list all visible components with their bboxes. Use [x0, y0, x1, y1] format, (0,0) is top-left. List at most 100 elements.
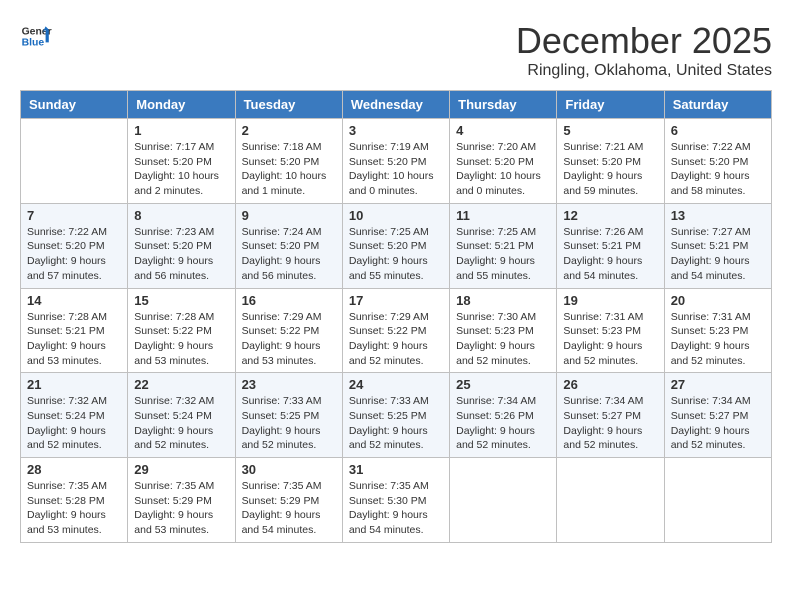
logo: General Blue: [20, 20, 52, 52]
day-info: Sunrise: 7:24 AM Sunset: 5:20 PM Dayligh…: [242, 225, 336, 284]
calendar-cell: 25Sunrise: 7:34 AM Sunset: 5:26 PM Dayli…: [450, 373, 557, 458]
calendar-cell: 11Sunrise: 7:25 AM Sunset: 5:21 PM Dayli…: [450, 203, 557, 288]
day-info: Sunrise: 7:28 AM Sunset: 5:22 PM Dayligh…: [134, 310, 228, 369]
logo-icon: General Blue: [20, 20, 52, 52]
day-info: Sunrise: 7:26 AM Sunset: 5:21 PM Dayligh…: [563, 225, 657, 284]
calendar-week-2: 7 Sunrise: 7:22 AM Sunset: 5:20 PM Daylig…: [21, 203, 772, 288]
day-info: Sunrise: 7:18 AM Sunset: 5:20 PM Dayligh…: [242, 140, 336, 199]
calendar-cell: 12 Sunrise: 7:26 AM Sunset: 5:21 PM Dayli…: [557, 203, 664, 288]
calendar-cell: 15 Sunrise: 7:28 AM Sunset: 5:22 PM Dayli…: [128, 288, 235, 373]
calendar-cell: 28 Sunrise: 7:35 AM Sunset: 5:28 PM Dayli…: [21, 458, 128, 543]
day-info: Sunrise: 7:20 AM Sunset: 5:20 PM Dayligh…: [456, 140, 550, 199]
day-number: 21: [27, 377, 121, 392]
column-header-tuesday: Tuesday: [235, 91, 342, 119]
day-info: Sunrise: 7:22 AM Sunset: 5:20 PM Dayligh…: [671, 140, 765, 199]
day-info: Sunrise: 7:25 AM Sunset: 5:20 PM Dayligh…: [349, 225, 443, 284]
calendar-cell: 18 Sunrise: 7:30 AM Sunset: 5:23 PM Dayli…: [450, 288, 557, 373]
calendar-cell: 27Sunrise: 7:34 AM Sunset: 5:27 PM Dayli…: [664, 373, 771, 458]
calendar-cell: 14 Sunrise: 7:28 AM Sunset: 5:21 PM Dayli…: [21, 288, 128, 373]
calendar-cell: 13 Sunrise: 7:27 AM Sunset: 5:21 PM Dayli…: [664, 203, 771, 288]
day-info: Sunrise: 7:19 AM Sunset: 5:20 PM Dayligh…: [349, 140, 443, 199]
day-number: 26: [563, 377, 657, 392]
day-number: 23: [242, 377, 336, 392]
column-header-monday: Monday: [128, 91, 235, 119]
calendar-cell: 8 Sunrise: 7:23 AM Sunset: 5:20 PM Daylig…: [128, 203, 235, 288]
calendar-table: SundayMondayTuesdayWednesdayThursdayFrid…: [20, 90, 772, 543]
svg-text:Blue: Blue: [22, 38, 45, 49]
day-number: 18: [456, 293, 550, 308]
calendar-cell: 6 Sunrise: 7:22 AM Sunset: 5:20 PM Daylig…: [664, 119, 771, 204]
calendar-cell: 16 Sunrise: 7:29 AM Sunset: 5:22 PM Dayli…: [235, 288, 342, 373]
day-info: Sunrise: 7:34 AM Sunset: 5:27 PM Dayligh…: [563, 394, 657, 453]
calendar-cell: 1Sunrise: 7:17 AM Sunset: 5:20 PM Daylig…: [128, 119, 235, 204]
day-info: Sunrise: 7:32 AM Sunset: 5:24 PM Dayligh…: [134, 394, 228, 453]
calendar-cell: 17 Sunrise: 7:29 AM Sunset: 5:22 PM Dayli…: [342, 288, 449, 373]
day-number: 20: [671, 293, 765, 308]
calendar-cell: [664, 458, 771, 543]
day-number: 17: [349, 293, 443, 308]
day-number: 12: [563, 208, 657, 223]
day-number: 4: [456, 123, 550, 138]
day-info: Sunrise: 7:35 AM Sunset: 5:28 PM Dayligh…: [27, 479, 121, 538]
day-number: 11: [456, 208, 550, 223]
calendar-cell: 24 Sunrise: 7:33 AM Sunset: 5:25 PM Dayli…: [342, 373, 449, 458]
day-number: 2: [242, 123, 336, 138]
day-number: 14: [27, 293, 121, 308]
calendar-cell: 4 Sunrise: 7:20 AM Sunset: 5:20 PM Daylig…: [450, 119, 557, 204]
day-info: Sunrise: 7:17 AM Sunset: 5:20 PM Dayligh…: [134, 140, 228, 199]
day-number: 27: [671, 377, 765, 392]
day-info: Sunrise: 7:21 AM Sunset: 5:20 PM Dayligh…: [563, 140, 657, 199]
day-info: Sunrise: 7:35 AM Sunset: 5:29 PM Dayligh…: [134, 479, 228, 538]
day-number: 29: [134, 462, 228, 477]
day-info: Sunrise: 7:27 AM Sunset: 5:21 PM Dayligh…: [671, 225, 765, 284]
day-number: 8: [134, 208, 228, 223]
column-header-saturday: Saturday: [664, 91, 771, 119]
day-info: Sunrise: 7:23 AM Sunset: 5:20 PM Dayligh…: [134, 225, 228, 284]
day-info: Sunrise: 7:30 AM Sunset: 5:23 PM Dayligh…: [456, 310, 550, 369]
day-info: Sunrise: 7:29 AM Sunset: 5:22 PM Dayligh…: [349, 310, 443, 369]
day-number: 15: [134, 293, 228, 308]
calendar-cell: [450, 458, 557, 543]
calendar-cell: 26 Sunrise: 7:34 AM Sunset: 5:27 PM Dayli…: [557, 373, 664, 458]
calendar-cell: 10 Sunrise: 7:25 AM Sunset: 5:20 PM Dayli…: [342, 203, 449, 288]
calendar-cell: [557, 458, 664, 543]
column-header-thursday: Thursday: [450, 91, 557, 119]
column-header-sunday: Sunday: [21, 91, 128, 119]
calendar-cell: 9 Sunrise: 7:24 AM Sunset: 5:20 PM Daylig…: [235, 203, 342, 288]
day-number: 6: [671, 123, 765, 138]
calendar-cell: 5Sunrise: 7:21 AM Sunset: 5:20 PM Daylig…: [557, 119, 664, 204]
day-number: 28: [27, 462, 121, 477]
day-number: 10: [349, 208, 443, 223]
calendar-cell: 19 Sunrise: 7:31 AM Sunset: 5:23 PM Dayli…: [557, 288, 664, 373]
day-info: Sunrise: 7:31 AM Sunset: 5:23 PM Dayligh…: [563, 310, 657, 369]
day-number: 19: [563, 293, 657, 308]
day-info: Sunrise: 7:32 AM Sunset: 5:24 PM Dayligh…: [27, 394, 121, 453]
column-header-friday: Friday: [557, 91, 664, 119]
day-number: 9: [242, 208, 336, 223]
calendar-week-3: 14 Sunrise: 7:28 AM Sunset: 5:21 PM Dayli…: [21, 288, 772, 373]
day-number: 24: [349, 377, 443, 392]
day-number: 13: [671, 208, 765, 223]
title-block: December 2025 Ringling, Oklahoma, United…: [516, 20, 772, 80]
day-info: Sunrise: 7:33 AM Sunset: 5:25 PM Dayligh…: [349, 394, 443, 453]
calendar-cell: 23Sunrise: 7:33 AM Sunset: 5:25 PM Dayli…: [235, 373, 342, 458]
calendar-cell: 21 Sunrise: 7:32 AM Sunset: 5:24 PM Dayli…: [21, 373, 128, 458]
day-number: 16: [242, 293, 336, 308]
page-header: General Blue December 2025 Ringling, Okl…: [20, 20, 772, 80]
day-info: Sunrise: 7:29 AM Sunset: 5:22 PM Dayligh…: [242, 310, 336, 369]
month-title: December 2025: [516, 20, 772, 62]
day-info: Sunrise: 7:22 AM Sunset: 5:20 PM Dayligh…: [27, 225, 121, 284]
calendar-cell: 30 Sunrise: 7:35 AM Sunset: 5:29 PM Dayli…: [235, 458, 342, 543]
calendar-week-4: 21 Sunrise: 7:32 AM Sunset: 5:24 PM Dayli…: [21, 373, 772, 458]
location: Ringling, Oklahoma, United States: [516, 62, 772, 80]
day-number: 31: [349, 462, 443, 477]
calendar-cell: 31Sunrise: 7:35 AM Sunset: 5:30 PM Dayli…: [342, 458, 449, 543]
day-number: 7: [27, 208, 121, 223]
calendar-cell: 2 Sunrise: 7:18 AM Sunset: 5:20 PM Daylig…: [235, 119, 342, 204]
day-info: Sunrise: 7:28 AM Sunset: 5:21 PM Dayligh…: [27, 310, 121, 369]
day-info: Sunrise: 7:34 AM Sunset: 5:26 PM Dayligh…: [456, 394, 550, 453]
calendar-week-5: 28 Sunrise: 7:35 AM Sunset: 5:28 PM Dayli…: [21, 458, 772, 543]
calendar-cell: 20Sunrise: 7:31 AM Sunset: 5:23 PM Dayli…: [664, 288, 771, 373]
day-number: 30: [242, 462, 336, 477]
day-info: Sunrise: 7:35 AM Sunset: 5:29 PM Dayligh…: [242, 479, 336, 538]
